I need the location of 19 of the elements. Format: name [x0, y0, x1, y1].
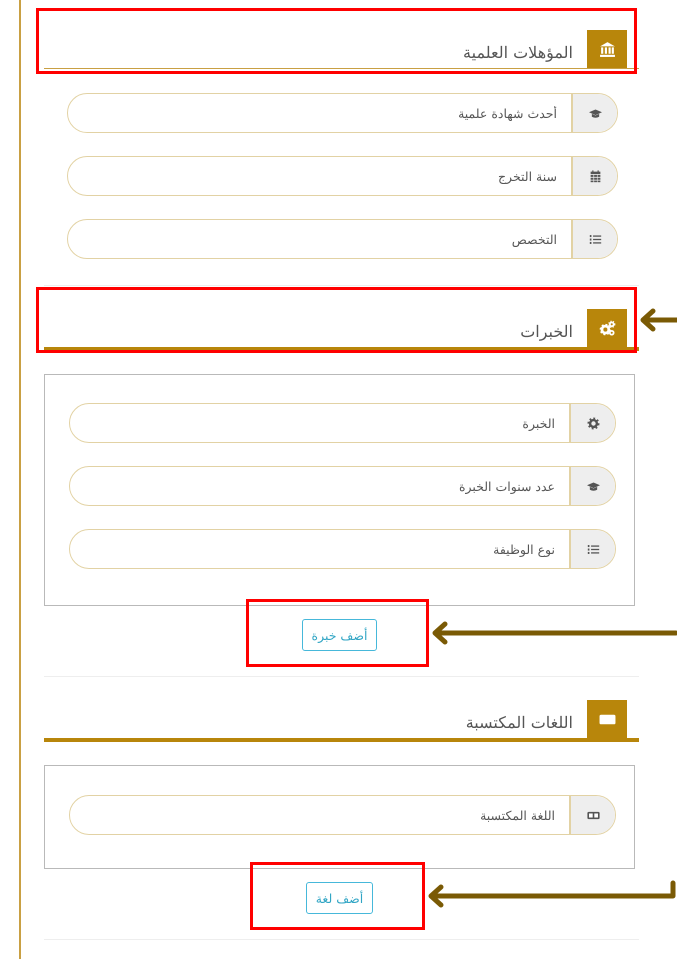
graduation-cap-icon: [571, 94, 617, 132]
input-field[interactable]: التخصص: [67, 219, 618, 259]
add-button[interactable]: أضف لغة: [306, 882, 374, 914]
bank-icon: [598, 40, 616, 58]
section-title: الخبرات: [520, 320, 573, 340]
gears-icon: [598, 320, 616, 336]
calendar-icon: [571, 157, 617, 195]
input-field[interactable]: عدد سنوات الخبرة: [69, 466, 616, 506]
input-field[interactable]: سنة التخرج: [67, 156, 618, 196]
gear-icon: [569, 404, 615, 442]
add-button[interactable]: أضف خبرة: [302, 619, 378, 651]
section-title: اللغات المكتسبة: [466, 712, 573, 732]
list-icon: [571, 220, 617, 258]
section-title: المؤهلات العلمية: [463, 42, 573, 62]
graduation-cap-icon: [569, 467, 615, 505]
input-field[interactable]: نوع الوظيفة: [69, 529, 616, 569]
input-field[interactable]: اللغة المكتسبة: [69, 795, 616, 835]
input-field[interactable]: الخبرة: [69, 403, 616, 443]
list-icon: [569, 530, 615, 568]
